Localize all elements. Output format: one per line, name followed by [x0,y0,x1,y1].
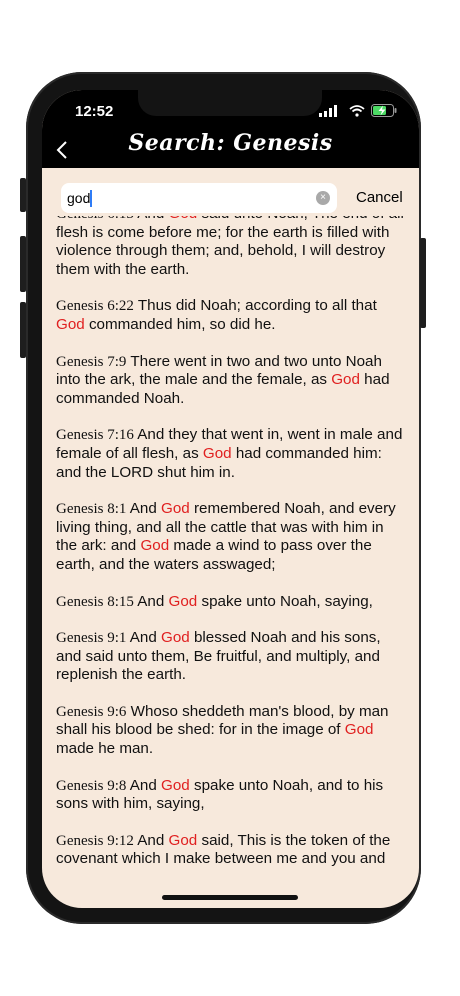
search-match-highlight: God [202,444,232,462]
search-result-item[interactable]: Genesis 7:16 And they that went in, went… [56,426,406,482]
verse-reference: Genesis 9:1 [56,630,127,647]
text-cursor [90,189,93,207]
search-result-item[interactable]: Genesis 6:13 And God said unto Noah, The… [56,216,406,279]
search-match-highlight: God [168,831,198,849]
search-result-item[interactable]: Genesis 8:1 And God remembered Noah, and… [56,500,406,574]
search-results-list[interactable]: Genesis 6:13 And God said unto Noah, The… [56,216,406,882]
search-match-highlight: God [161,500,190,518]
verse-reference: Genesis 9:8 [56,777,127,794]
verse-reference: Genesis 8:1 [56,501,127,518]
verse-text: And [126,776,162,794]
volume-down-button [20,302,26,358]
verse-text: And [134,216,169,222]
search-result-item[interactable]: Genesis 9:6 Whoso sheddeth man's blood, … [56,703,406,759]
search-match-highlight: God [161,629,190,647]
clear-search-icon[interactable]: × [316,191,330,205]
search-result-item[interactable]: Genesis 9:1 And God blessed Noah and his… [56,629,406,685]
verse-text: commanded him, so did he. [84,315,276,333]
verse-text: made he man. [56,740,154,758]
search-match-highlight: God [331,371,360,389]
wifi-icon [349,104,365,117]
search-match-highlight: God [140,537,170,555]
verse-reference: Genesis 8:15 [56,593,134,610]
search-result-item[interactable]: Genesis 9:8 And God spake unto Noah, and… [56,777,406,814]
verse-reference: Genesis 9:6 [56,703,127,720]
verse-text: said unto Noah, The end of all flesh is … [56,216,404,278]
verse-reference: Genesis 9:12 [56,832,134,849]
status-time: 12:52 [75,103,114,120]
verse-text: Thus did Noah; according to all that [133,297,377,315]
search-match-highlight: God [56,315,85,333]
page-title: Search: Genesis [128,130,333,156]
search-match-highlight: God [169,216,198,222]
verse-reference: Genesis 7:16 [56,427,134,444]
search-result-item[interactable]: Genesis 7:9 There went in two and two un… [56,353,406,409]
home-indicator[interactable] [162,895,298,900]
verse-text: And [133,831,169,849]
search-match-highlight: God [161,776,190,794]
status-icons [319,104,397,117]
search-input[interactable]: god [67,190,90,206]
search-result-item[interactable]: Genesis 8:15 And God spake unto Noah, sa… [56,593,406,612]
battery-charging-icon [371,104,397,117]
search-bar: god × Cancel [42,168,419,216]
search-result-item[interactable]: Genesis 9:12 And God said, This is the t… [56,832,406,869]
app-screen: 12:52 Search: Genesis god × Cancel flesh… [42,90,419,908]
verse-reference: Genesis 6:13 [56,216,134,222]
top-bar: 12:52 Search: Genesis [42,90,419,168]
verse-text: And [126,500,162,518]
mute-switch [20,178,26,212]
verse-text: And [126,629,162,647]
verse-reference: Genesis 7:9 [56,353,127,370]
signal-icon [319,104,337,117]
volume-up-button [20,236,26,292]
search-match-highlight: God [168,592,198,610]
cancel-button[interactable]: Cancel [356,189,403,206]
notch [138,90,322,116]
verse-reference: Genesis 6:22 [56,298,134,315]
search-result-item[interactable]: Genesis 6:22 Thus did Noah; according to… [56,297,406,334]
power-button [420,238,426,328]
verse-text: spake unto Noah, saying, [197,592,373,610]
verse-text: And [133,592,169,610]
search-field[interactable]: god × [61,183,337,213]
search-match-highlight: God [344,721,374,739]
